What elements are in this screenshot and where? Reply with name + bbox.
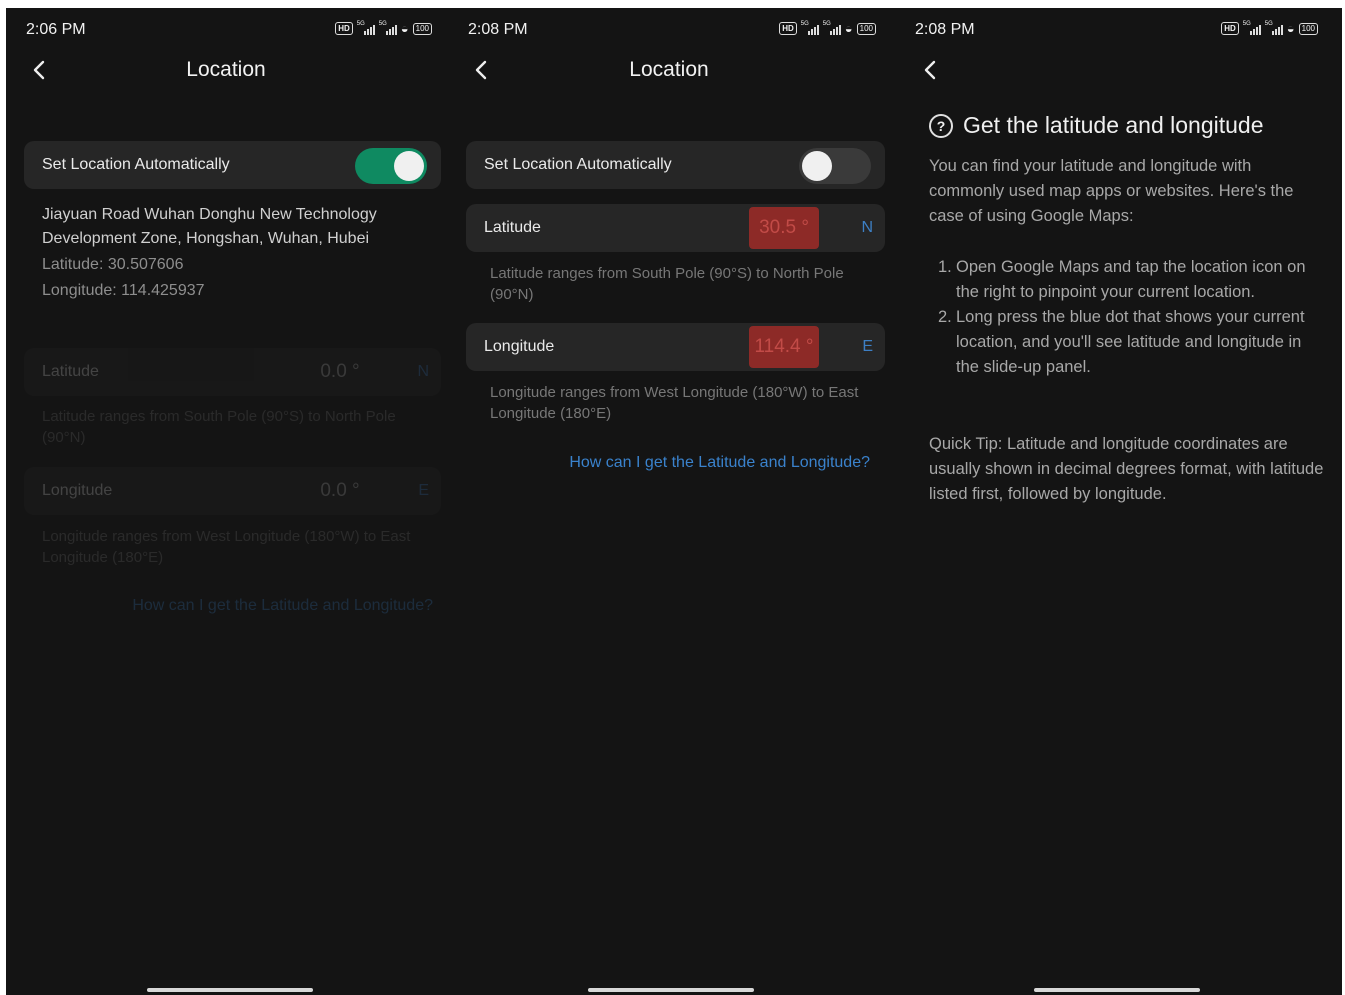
home-indicator: [588, 988, 754, 992]
latitude-label: Latitude: [484, 219, 541, 236]
help-screen: 2:08 PM HD 5G 5G ◒ 100 ? Get the latitud…: [895, 8, 1342, 995]
help-step: 2. Long press the blue dot that shows you…: [938, 308, 1305, 376]
page-title: Location: [186, 58, 266, 81]
toggle-knob: [802, 151, 832, 181]
signal-icon: 5G: [1243, 21, 1261, 35]
status-icons: HD 5G 5G ◒ 100: [1221, 20, 1318, 36]
longitude-hint: Longitude ranges from West Longitude (18…: [490, 384, 859, 422]
back-button[interactable]: [919, 58, 943, 82]
auto-location-label: Set Location Automatically: [42, 156, 230, 173]
wifi-icon: ◒: [1286, 20, 1295, 36]
question-circle-icon: ?: [929, 113, 953, 138]
status-bar: 2:08 PM HD 5G 5G ◒ 100: [915, 21, 1342, 41]
home-indicator: [1034, 988, 1200, 992]
help-step: 1. Open Google Maps and tap the location …: [938, 258, 1306, 301]
auto-location-card: Set Location Automatically: [24, 141, 441, 189]
latitude-card: Latitude 0.0 ° N: [24, 348, 441, 396]
hd-icon: HD: [779, 22, 797, 35]
status-icons: HD 5G 5G ◒ 100: [779, 20, 876, 36]
longitude-label: Longitude: [42, 482, 113, 499]
app-canvas: 2:06 PM HD 5G 5G ◒ 100 Location Set Loca…: [6, 8, 1342, 995]
longitude-input[interactable]: 0.0 °: [305, 470, 375, 512]
longitude-readout: Longitude: 114.425937: [42, 282, 205, 299]
longitude-hint: Longitude ranges from West Longitude (18…: [42, 528, 411, 566]
address-text: Jiayuan Road Wuhan Donghu New Technology…: [42, 206, 377, 247]
status-bar: 2:08 PM HD 5G 5G ◒ 100: [468, 21, 890, 41]
latitude-direction[interactable]: N: [417, 363, 429, 381]
status-time: 2:06 PM: [26, 21, 86, 38]
latitude-input[interactable]: 30.5 °: [749, 207, 819, 249]
latitude-hint: Latitude ranges from South Pole (90°S) t…: [490, 265, 844, 303]
help-title-text: Get the latitude and longitude: [963, 112, 1264, 138]
latitude-input[interactable]: 0.0 °: [305, 351, 375, 393]
help-tip: Quick Tip: Latitude and longitude coordi…: [929, 435, 1324, 503]
latitude-card: Latitude 30.5 ° N: [466, 204, 885, 252]
help-title: ? Get the latitude and longitude: [929, 112, 1264, 139]
wifi-icon: ◒: [844, 20, 853, 36]
status-bar: 2:06 PM HD 5G 5G ◒ 100: [26, 21, 446, 41]
latitude-label: Latitude: [42, 363, 99, 380]
signal-icon: 5G: [379, 21, 397, 35]
battery-icon: 100: [856, 22, 876, 35]
signal-icon: 5G: [823, 21, 841, 35]
help-link[interactable]: How can I get the Latitude and Longitude…: [132, 597, 433, 615]
location-screen-auto: 2:06 PM HD 5G 5G ◒ 100 Location Set Loca…: [6, 8, 446, 995]
hd-icon: HD: [1221, 22, 1239, 35]
toggle-knob: [394, 151, 424, 181]
signal-icon: 5G: [357, 21, 375, 35]
help-steps: 1. Open Google Maps and tap the location …: [929, 255, 1324, 380]
location-screen-manual: 2:08 PM HD 5G 5G ◒ 100 Location Set Loca…: [448, 8, 890, 995]
status-time: 2:08 PM: [915, 21, 975, 38]
help-intro: You can find your latitude and longitude…: [929, 157, 1294, 225]
wifi-icon: ◒: [400, 20, 409, 36]
latitude-hint: Latitude ranges from South Pole (90°S) t…: [42, 408, 396, 446]
chevron-left-icon: [924, 60, 936, 80]
longitude-direction[interactable]: E: [418, 482, 429, 500]
longitude-input[interactable]: 114.4 °: [749, 326, 819, 368]
longitude-direction[interactable]: E: [862, 338, 873, 356]
latitude-direction[interactable]: N: [861, 219, 873, 237]
battery-icon: 100: [1298, 22, 1318, 35]
auto-location-card: Set Location Automatically: [466, 141, 885, 189]
auto-location-toggle[interactable]: [799, 148, 871, 184]
signal-icon: 5G: [1265, 21, 1283, 35]
auto-location-label: Set Location Automatically: [484, 156, 672, 173]
hd-icon: HD: [335, 22, 353, 35]
status-time: 2:08 PM: [468, 21, 528, 38]
longitude-label: Longitude: [484, 338, 555, 355]
signal-icon: 5G: [801, 21, 819, 35]
status-icons: HD 5G 5G ◒ 100: [335, 20, 432, 36]
latitude-readout: Latitude: 30.507606: [42, 256, 184, 273]
auto-location-toggle[interactable]: [355, 148, 427, 184]
longitude-card: Longitude 0.0 ° E: [24, 467, 441, 515]
page-title: Location: [629, 58, 709, 81]
battery-icon: 100: [412, 22, 432, 35]
help-link[interactable]: How can I get the Latitude and Longitude…: [569, 454, 870, 472]
longitude-card: Longitude 114.4 ° E: [466, 323, 885, 371]
home-indicator: [147, 988, 313, 992]
